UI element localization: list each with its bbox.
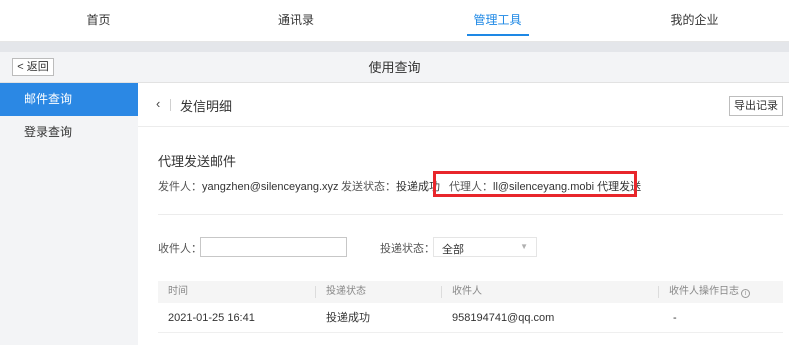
top-nav: 首页 通讯录 管理工具 我的企业	[0, 0, 789, 42]
send-status-info: 发送状态：投递成功	[341, 178, 440, 194]
detail-title: 发信明细	[180, 99, 233, 114]
sidebar: 邮件查询 登录查询	[0, 83, 138, 345]
section-divider	[158, 214, 783, 215]
column-divider	[658, 286, 659, 298]
header-divider	[170, 99, 171, 111]
tab-my-company[interactable]: 我的企业	[600, 0, 789, 42]
cell-delivery-status: 投递成功	[326, 312, 370, 324]
tab-home[interactable]: 首页	[0, 0, 197, 42]
sender-info: 发件人：yangzhen@silenceyang.xyz	[158, 178, 339, 194]
table-header: 时间 投递状态 收件人 收件人操作日志 i	[158, 281, 783, 303]
recipient-input[interactable]	[200, 237, 347, 257]
nav-spacer	[0, 42, 789, 52]
section-title: 代理发送邮件	[158, 154, 237, 169]
column-header-recipient-log: 收件人操作日志 i	[669, 281, 750, 303]
column-header-time: 时间	[168, 286, 188, 297]
agent-highlight-box	[433, 171, 637, 197]
info-icon[interactable]: i	[741, 289, 750, 298]
cell-recipient: 958194741@qq.com	[452, 312, 555, 324]
sender-label: 发件人：	[158, 181, 202, 193]
main-content: ‹ 发信明细 导出记录 代理发送邮件 发件人：yangzhen@silencey…	[138, 83, 789, 345]
recipient-filter-label: 收件人：	[158, 243, 202, 255]
page-title: 使用查询	[368, 60, 421, 75]
sender-value: yangzhen@silenceyang.xyz	[202, 181, 339, 193]
sidebar-item-login-query[interactable]: 登录查询	[0, 116, 138, 149]
sidebar-item-mail-query[interactable]: 邮件查询	[0, 83, 138, 116]
recipient-log-header-label: 收件人操作日志	[669, 286, 739, 297]
export-records-button[interactable]: 导出记录	[729, 96, 783, 116]
delivery-status-label: 投递状态：	[380, 243, 435, 255]
detail-header: ‹ 发信明细 导出记录	[138, 83, 789, 127]
chevron-down-icon: ▼	[520, 242, 528, 251]
back-button[interactable]: < 返回	[12, 58, 54, 76]
delivery-status-value: 全部	[442, 244, 464, 256]
tab-contacts[interactable]: 通讯录	[197, 0, 395, 42]
column-divider	[441, 286, 442, 298]
tab-management-tools[interactable]: 管理工具	[395, 0, 600, 42]
table-row: 2021-01-25 16:41 投递成功 958194741@qq.com -	[158, 303, 783, 333]
column-header-delivery-status: 投递状态	[326, 286, 366, 297]
delivery-status-select[interactable]: 全部 ▼	[433, 237, 537, 257]
send-status-label: 发送状态：	[341, 181, 396, 193]
chevron-left-icon[interactable]: ‹	[156, 96, 160, 111]
cell-recipient-log: -	[673, 312, 677, 324]
cell-time: 2021-01-25 16:41	[168, 312, 255, 324]
column-divider	[315, 286, 316, 298]
column-header-recipient: 收件人	[452, 286, 482, 297]
title-bar: 使用查询 < 返回	[0, 52, 789, 83]
